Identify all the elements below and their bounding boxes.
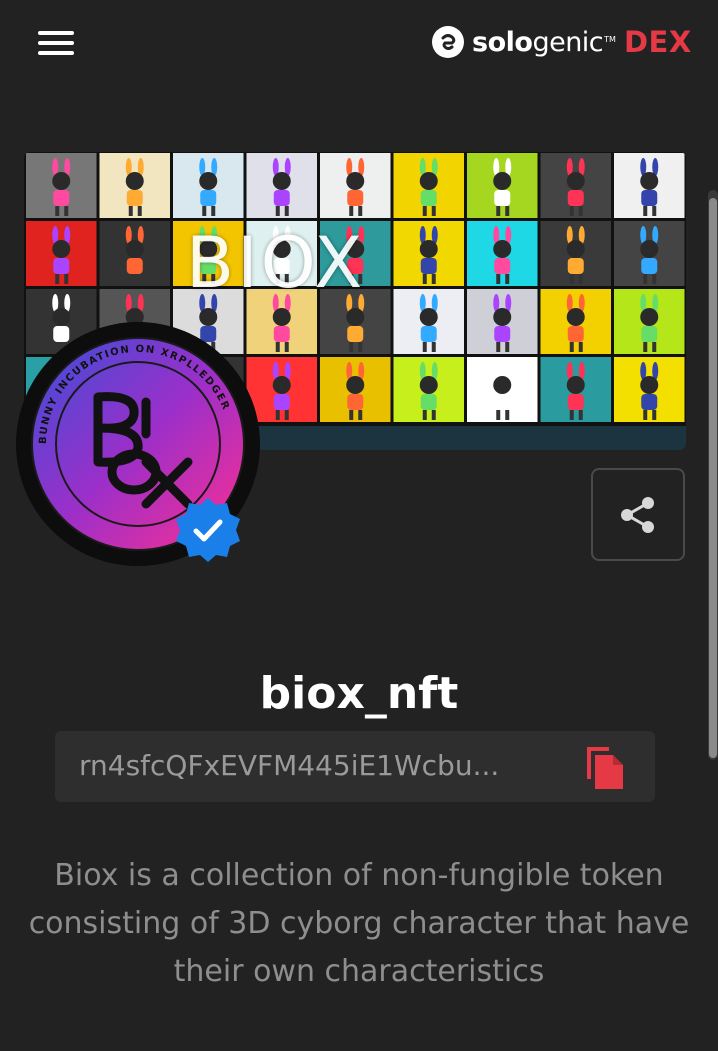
sologenic-logo-icon bbox=[432, 26, 464, 58]
collection-username: biox_nft bbox=[259, 668, 459, 719]
share-button[interactable] bbox=[591, 468, 685, 561]
copy-icon[interactable] bbox=[583, 743, 629, 791]
hamburger-line bbox=[38, 31, 74, 35]
hamburger-line bbox=[38, 51, 74, 55]
banner-title: BIOX bbox=[186, 222, 366, 304]
hamburger-line bbox=[38, 41, 74, 45]
sologenic-dex-logo[interactable]: solo genic TM DEX bbox=[432, 22, 692, 62]
wallet-address-text: rn4sfcQFxEVFM445iE1Wcbu... bbox=[79, 749, 500, 782]
logo-trademark: TM bbox=[604, 34, 616, 44]
wallet-address-field: rn4sfcQFxEVFM445iE1Wcbu... bbox=[55, 731, 655, 802]
verified-badge-icon bbox=[172, 494, 244, 566]
logo-text-solo: solo bbox=[472, 26, 533, 58]
logo-text-dex: DEX bbox=[623, 25, 692, 59]
share-icon bbox=[621, 496, 654, 533]
logo-text-genic: genic bbox=[532, 26, 604, 58]
collection-description: Biox is a collection of non-fungible tok… bbox=[28, 858, 690, 989]
hamburger-menu-button[interactable] bbox=[38, 31, 74, 55]
